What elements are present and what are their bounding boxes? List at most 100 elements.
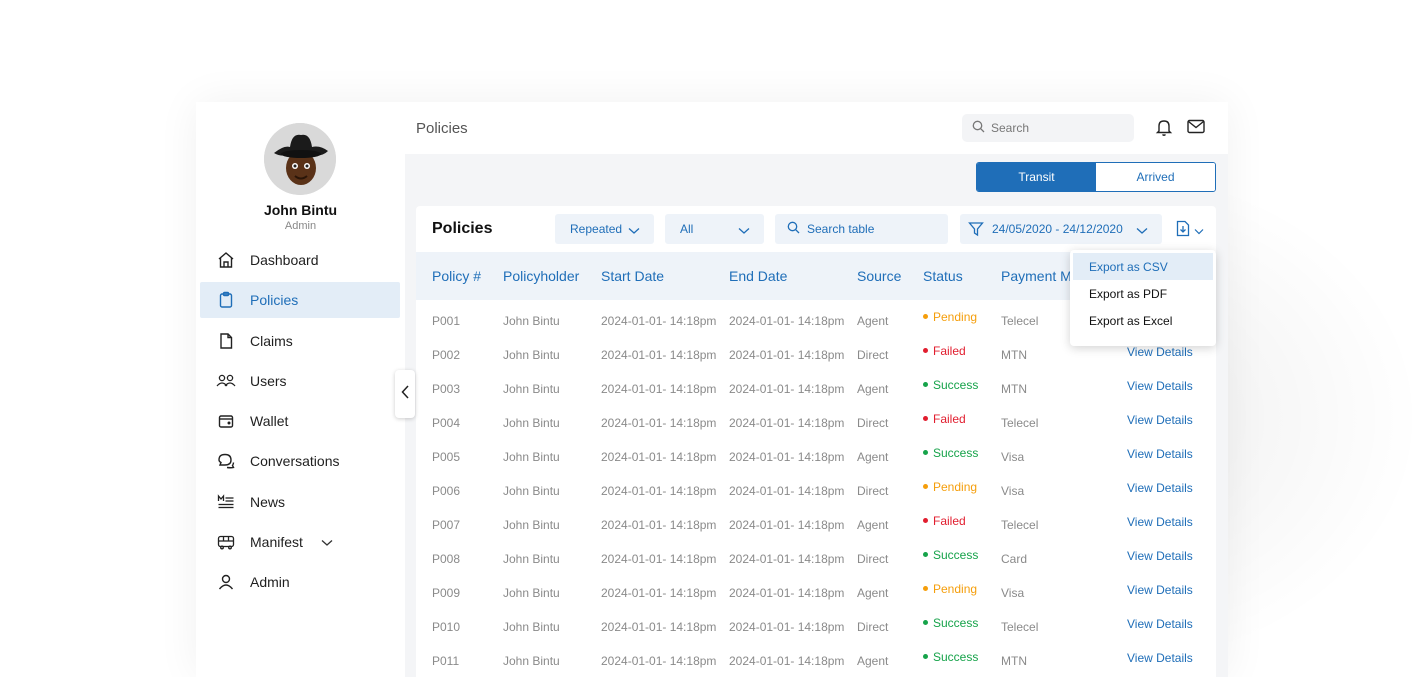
repeated-filter-label: Repeated bbox=[570, 222, 623, 236]
end-date-cell: 2024-01-01- 14:18pm bbox=[729, 314, 845, 328]
payment-method-cell: MTN bbox=[1001, 382, 1027, 396]
end-date-cell: 2024-01-01- 14:18pm bbox=[729, 348, 845, 362]
table-body: P001 John Bintu 2024-01-01- 14:18pm 2024-01… bbox=[416, 303, 1216, 677]
sidebar-item-label: Users bbox=[250, 372, 287, 389]
top-bar: Policies bbox=[405, 102, 1228, 154]
start-date-cell: 2024-01-01- 14:18pm bbox=[601, 484, 717, 498]
repeated-filter-select[interactable]: Repeated bbox=[555, 214, 654, 244]
start-date-cell: 2024-01-01- 14:18pm bbox=[601, 654, 717, 668]
policyholder-cell: John Bintu bbox=[503, 654, 560, 668]
policy-id-cell: P011 bbox=[432, 654, 460, 668]
status-label: Success bbox=[933, 548, 979, 562]
status-badge: Success bbox=[923, 650, 978, 664]
column-header[interactable]: Policy # bbox=[432, 268, 481, 284]
payment-method-cell: Telecel bbox=[1001, 416, 1039, 430]
status-label: Pending bbox=[933, 480, 978, 494]
status-label: Pending bbox=[933, 582, 978, 596]
sidebar-item-label: Policies bbox=[250, 292, 299, 309]
all-filter-select[interactable]: All bbox=[665, 214, 764, 244]
export-csv-item[interactable]: Export as CSV bbox=[1073, 253, 1213, 280]
source-cell: Direct bbox=[857, 620, 889, 634]
policyholder-cell: John Bintu bbox=[503, 620, 560, 634]
view-details-link[interactable]: View Details bbox=[1127, 447, 1193, 461]
policy-id-cell: P001 bbox=[432, 314, 461, 328]
status-dot bbox=[923, 654, 928, 660]
status-dot bbox=[923, 518, 928, 524]
view-details-link[interactable]: View Details bbox=[1127, 617, 1193, 631]
policyholder-cell: John Bintu bbox=[503, 518, 560, 532]
sidebar-item-users[interactable]: Users bbox=[200, 363, 400, 399]
view-details-link[interactable]: View Details bbox=[1127, 515, 1193, 529]
sidebar: John Bintu Admin Dashboard Policies Clai… bbox=[196, 102, 405, 677]
view-details-link[interactable]: View Details bbox=[1127, 549, 1193, 563]
avatar[interactable] bbox=[264, 123, 336, 195]
toggle-transit[interactable]: Transit bbox=[977, 163, 1096, 191]
column-header[interactable]: End Date bbox=[729, 268, 787, 284]
column-header[interactable]: Source bbox=[857, 268, 901, 284]
clipboard-icon bbox=[216, 290, 236, 310]
source-cell: Direct bbox=[857, 484, 889, 498]
status-dot bbox=[923, 586, 928, 592]
view-details-link[interactable]: View Details bbox=[1127, 379, 1193, 393]
mail-icon[interactable] bbox=[1187, 119, 1205, 139]
view-details-link[interactable]: View Details bbox=[1127, 345, 1193, 359]
chevron-down-icon bbox=[1194, 228, 1204, 235]
bell-icon[interactable] bbox=[1155, 118, 1173, 142]
sidebar-item-admin[interactable]: Admin bbox=[200, 564, 400, 600]
policy-id-cell: P008 bbox=[432, 552, 461, 566]
source-cell: Agent bbox=[857, 314, 889, 328]
sidebar-item-conversations[interactable]: Conversations bbox=[200, 443, 400, 479]
status-label: Success bbox=[933, 616, 979, 630]
user-icon bbox=[216, 572, 236, 592]
date-range-label: 24/05/2020 - 24/12/2020 bbox=[992, 222, 1123, 236]
status-dot bbox=[923, 382, 928, 388]
sidebar-item-dashboard[interactable]: Dashboard bbox=[200, 242, 400, 278]
column-header[interactable]: Policyholder bbox=[503, 268, 579, 284]
view-details-link[interactable]: View Details bbox=[1127, 481, 1193, 495]
table-row: P010 John Bintu 2024-01-01- 14:18pm 2024-01… bbox=[416, 609, 1216, 643]
chevron-down-icon[interactable] bbox=[321, 534, 333, 550]
policy-id-cell: P006 bbox=[432, 484, 461, 498]
column-header[interactable]: Start Date bbox=[601, 268, 664, 284]
date-range-filter[interactable]: 24/05/2020 - 24/12/2020 bbox=[960, 214, 1162, 244]
sidebar-collapse-button[interactable] bbox=[395, 370, 415, 418]
table-row: P006 John Bintu 2024-01-01- 14:18pm 2024-01… bbox=[416, 473, 1216, 507]
home-icon bbox=[216, 250, 236, 270]
payment-method-cell: Visa bbox=[1001, 450, 1025, 464]
chevron-down-icon bbox=[628, 224, 640, 238]
export-menu: Export as CSV Export as PDF Export as Ex… bbox=[1070, 250, 1216, 346]
column-header[interactable]: Status bbox=[923, 268, 963, 284]
end-date-cell: 2024-01-01- 14:18pm bbox=[729, 450, 845, 464]
status-dot bbox=[923, 314, 928, 320]
view-details-link[interactable]: View Details bbox=[1127, 413, 1193, 427]
payment-method-cell: Telecel bbox=[1001, 620, 1039, 634]
export-button[interactable] bbox=[1176, 220, 1204, 242]
policyholder-cell: John Bintu bbox=[503, 348, 560, 362]
source-cell: Agent bbox=[857, 654, 889, 668]
sidebar-item-label: Claims bbox=[250, 332, 293, 349]
export-excel-item[interactable]: Export as Excel bbox=[1073, 307, 1213, 334]
policyholder-cell: John Bintu bbox=[503, 586, 560, 600]
sidebar-item-wallet[interactable]: Wallet bbox=[200, 403, 400, 439]
table-row: P004 John Bintu 2024-01-01- 14:18pm 2024-01… bbox=[416, 405, 1216, 439]
column-header[interactable]: Payment M bbox=[1001, 268, 1072, 284]
sidebar-item-manifest[interactable]: Manifest bbox=[200, 524, 400, 560]
chevron-down-icon bbox=[1136, 224, 1148, 238]
filter-icon bbox=[968, 221, 984, 237]
view-details-link[interactable]: View Details bbox=[1127, 583, 1193, 597]
sidebar-item-news[interactable]: News bbox=[200, 484, 400, 520]
search-input[interactable] bbox=[991, 121, 1111, 135]
table-search-input[interactable] bbox=[807, 222, 937, 236]
sidebar-item-policies[interactable]: Policies bbox=[200, 282, 400, 319]
policy-id-cell: P010 bbox=[432, 620, 461, 634]
export-pdf-item[interactable]: Export as PDF bbox=[1073, 280, 1213, 307]
table-search-box[interactable] bbox=[775, 214, 948, 244]
status-label: Failed bbox=[933, 514, 966, 528]
view-details-link[interactable]: View Details bbox=[1127, 651, 1193, 665]
search-box[interactable] bbox=[962, 114, 1134, 142]
sidebar-item-claims[interactable]: Claims bbox=[200, 323, 400, 359]
toggle-arrived[interactable]: Arrived bbox=[1096, 163, 1215, 191]
search-icon bbox=[787, 221, 800, 237]
status-dot bbox=[923, 416, 928, 422]
sidebar-item-label: Conversations bbox=[250, 453, 340, 470]
